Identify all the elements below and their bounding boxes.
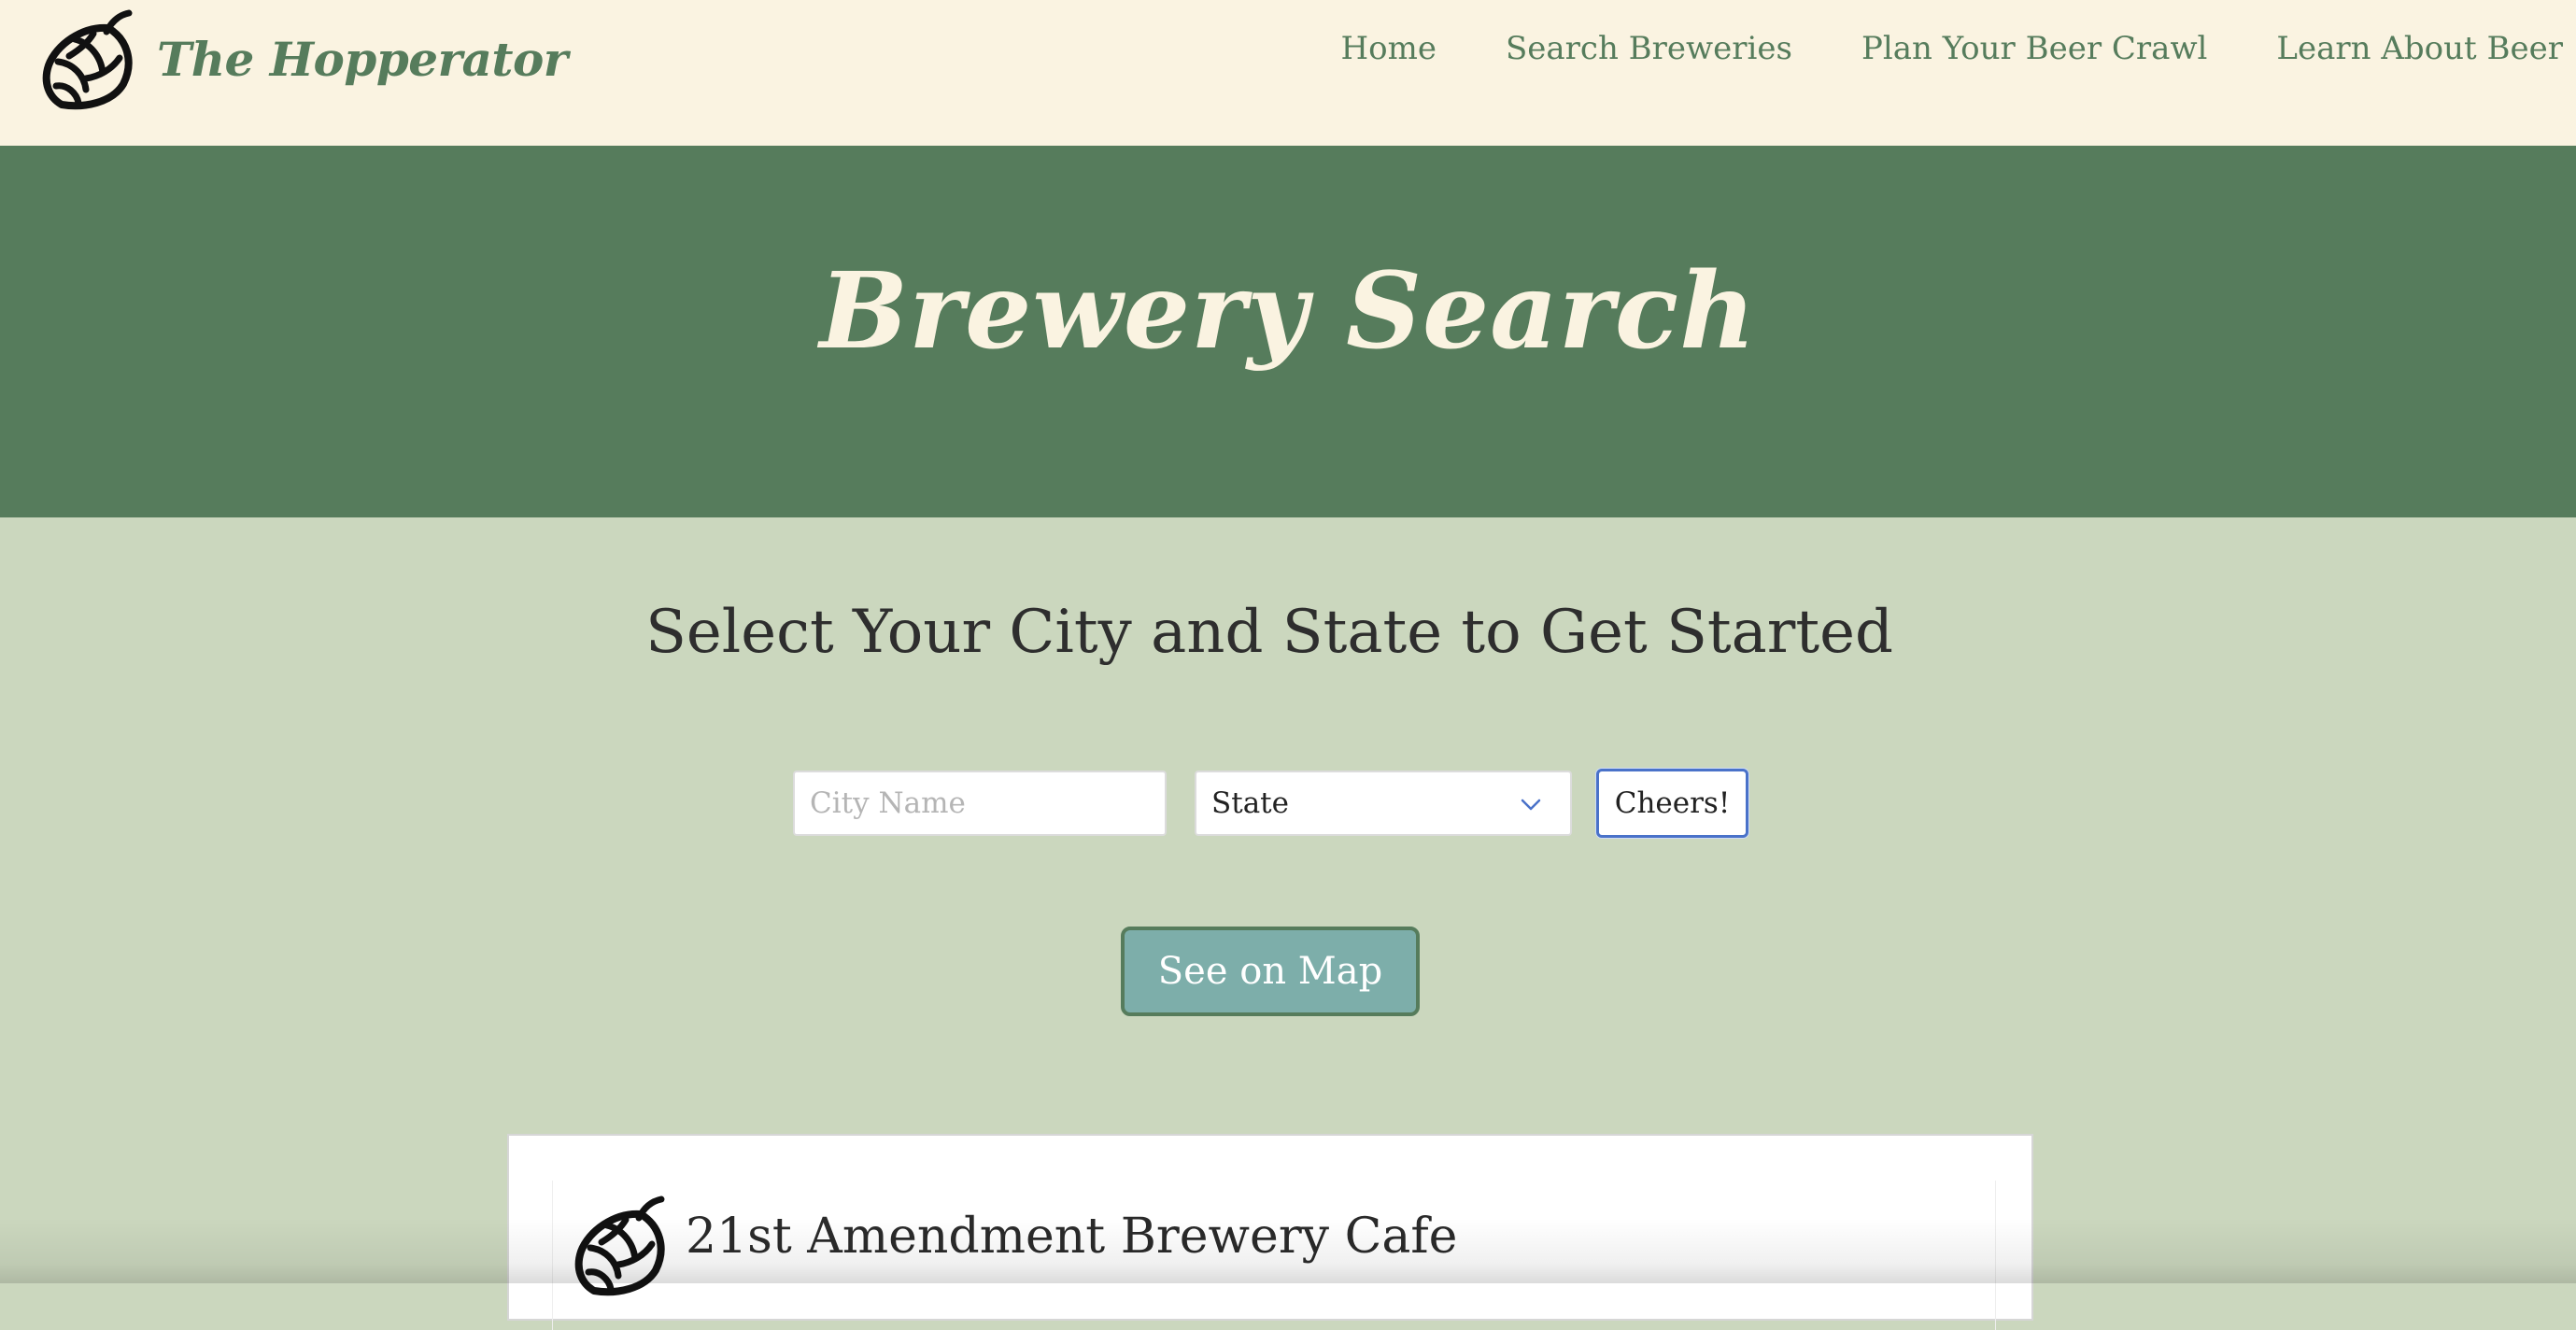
brand-name: The Hopperator (157, 31, 568, 87)
state-select[interactable]: State (1195, 771, 1572, 836)
search-heading: Select Your City and State to Get Starte… (645, 598, 1893, 667)
page-title: Brewery Search (819, 249, 1757, 373)
chevron-down-icon (1521, 799, 1541, 811)
nav-link-home[interactable]: Home (1341, 30, 1437, 67)
city-name-input[interactable] (793, 771, 1167, 836)
cheers-submit-button[interactable]: Cheers! (1596, 769, 1748, 838)
nav-link-search-breweries[interactable]: Search Breweries (1506, 30, 1792, 67)
brand[interactable]: The Hopperator (37, 7, 568, 110)
hop-cone-icon (37, 7, 142, 110)
hero-banner: Brewery Search (0, 146, 2576, 517)
main-nav: Home Search Breweries Plan Your Beer Cra… (1341, 30, 2563, 67)
list-item[interactable]: 21st Amendment Brewery Cafe (552, 1181, 1996, 1330)
nav-link-learn-about-beer[interactable]: Learn About Beer (2276, 30, 2563, 67)
top-navbar: The Hopperator Home Search Breweries Pla… (0, 0, 2576, 146)
results-list: 21st Amendment Brewery Cafe (507, 1134, 2033, 1330)
state-select-value: State (1211, 786, 1289, 820)
see-on-map-button[interactable]: See on Map (1121, 927, 1420, 1016)
brewery-name: 21st Amendment Brewery Cafe (686, 1209, 1458, 1265)
nav-link-plan-beer-crawl[interactable]: Plan Your Beer Crawl (1861, 30, 2207, 67)
hop-cone-icon (570, 1194, 674, 1296)
